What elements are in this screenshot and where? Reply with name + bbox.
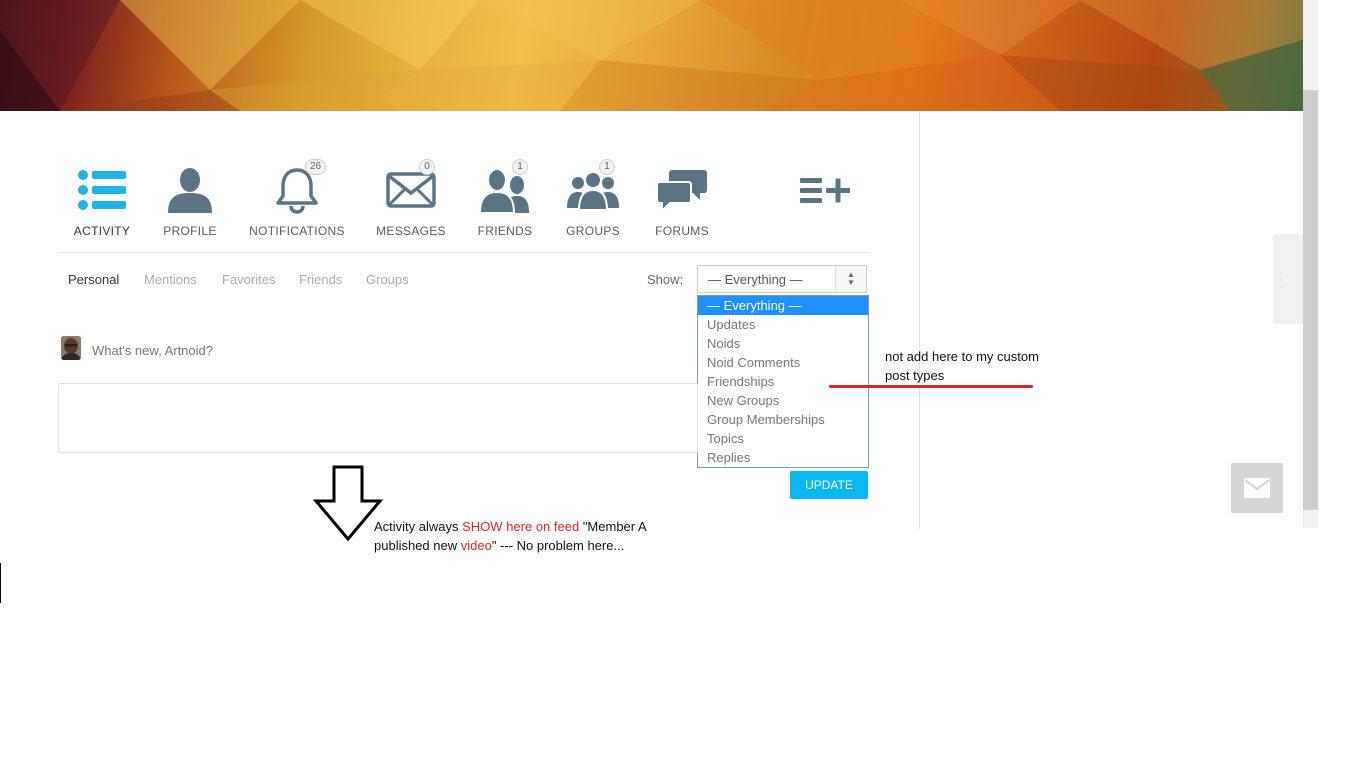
avatar: [61, 336, 81, 360]
whats-new-prompt: What's new, Artnoid?: [92, 343, 213, 358]
scrollbar-thumb[interactable]: [1303, 90, 1318, 510]
tab-favorites[interactable]: Favorites: [222, 272, 275, 287]
nav-divider: [58, 252, 870, 253]
envelope-icon: 0: [361, 159, 461, 218]
tab-friends[interactable]: Friends: [299, 272, 342, 287]
option-noids[interactable]: Noids: [698, 334, 868, 353]
nav-friends-label: FRIENDS: [477, 224, 533, 238]
annotation-underline: [829, 385, 1033, 388]
annotation-right: not add here to my custom post types: [885, 349, 1039, 383]
show-filter-select[interactable]: — Everything — ▲ ▼: [697, 265, 867, 293]
bell-icon: 26: [247, 159, 347, 218]
nav-forums[interactable]: FORUMS: [632, 162, 732, 238]
nav-messages[interactable]: 0 MESSAGES: [361, 159, 461, 238]
users-icon: 1: [455, 159, 555, 218]
nav-messages-label: MESSAGES: [376, 224, 446, 238]
nav-notifications-label: NOTIFICATIONS: [249, 224, 345, 238]
nav-forums-label: FORUMS: [655, 224, 709, 238]
show-label: Show:: [647, 272, 684, 287]
chat-bubbles-icon: [632, 162, 732, 218]
select-arrows-icon: ▲ ▼: [835, 266, 866, 292]
tab-mentions[interactable]: Mentions: [144, 272, 197, 287]
user-icon: [140, 162, 240, 218]
status-textarea[interactable]: [58, 383, 698, 453]
nav-notifications[interactable]: 26 NOTIFICATIONS: [247, 159, 347, 238]
column-divider: [919, 111, 920, 529]
option-everything[interactable]: — Everything —: [698, 296, 868, 315]
option-noid-comments[interactable]: Noid Comments: [698, 353, 868, 372]
nav-activity-label: ACTIVITY: [73, 224, 131, 238]
option-topics[interactable]: Topics: [698, 429, 868, 448]
nav-friends[interactable]: 1 FRIENDS: [455, 159, 555, 238]
friends-badge: 1: [512, 159, 528, 175]
nav-groups[interactable]: 1 GROUPS: [543, 159, 643, 238]
header-banner: [0, 0, 1303, 111]
messages-badge: 0: [419, 159, 435, 175]
text-cursor: [0, 563, 1, 603]
option-replies[interactable]: Replies: [698, 448, 868, 467]
notifications-badge: 26: [305, 159, 327, 175]
annotation-text-1: Activity always: [374, 519, 463, 534]
update-button[interactable]: UPDATE: [790, 471, 868, 499]
nav-activity[interactable]: ACTIVITY: [52, 162, 152, 238]
option-new-groups[interactable]: New Groups: [698, 391, 868, 410]
nav-groups-label: GROUPS: [566, 224, 620, 238]
nav-profile-label: PROFILE: [163, 224, 217, 238]
tab-groups[interactable]: Groups: [366, 272, 409, 287]
annotation-text-3: " --- No problem here...: [491, 538, 625, 553]
annotation-video-text: video: [460, 538, 492, 553]
list-add-icon[interactable]: [800, 176, 850, 211]
groups-badge: 1: [599, 159, 615, 175]
annotation-show-text: SHOW here on feed: [462, 519, 580, 534]
contact-button[interactable]: [1231, 463, 1283, 513]
annotation-bottom: Activity always SHOW here on feed "Membe…: [374, 517, 704, 555]
option-group-memberships[interactable]: Group Memberships: [698, 410, 868, 429]
option-updates[interactable]: Updates: [698, 315, 868, 334]
tab-personal[interactable]: Personal: [68, 272, 119, 287]
list-icon: [52, 162, 152, 218]
chevron-right-icon: ›: [1283, 270, 1288, 286]
option-friendships[interactable]: Friendships: [698, 372, 868, 391]
side-panel-toggle[interactable]: ›: [1273, 234, 1303, 324]
select-value: — Everything —: [708, 272, 803, 287]
mail-icon: [1244, 478, 1270, 498]
show-filter-dropdown[interactable]: — Everything — Updates Noids Noid Commen…: [697, 295, 869, 468]
nav-profile[interactable]: PROFILE: [140, 162, 240, 238]
group-icon: 1: [543, 159, 643, 218]
